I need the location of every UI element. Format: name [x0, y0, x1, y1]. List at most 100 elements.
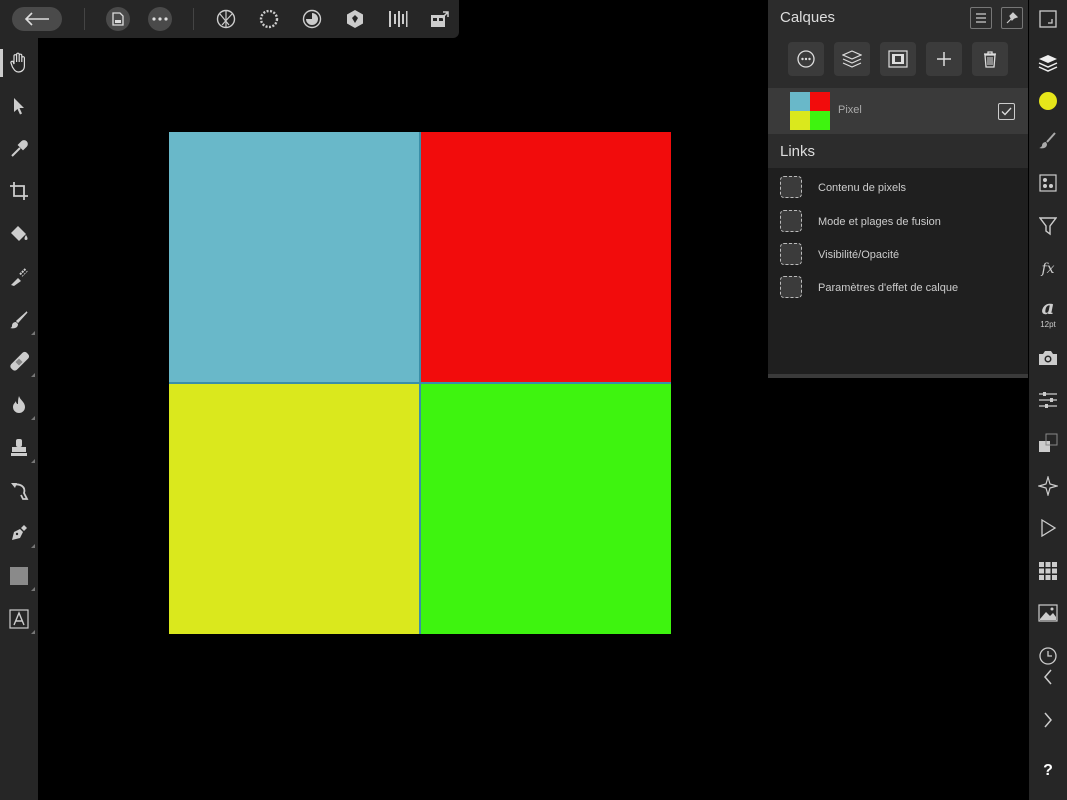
aperture-icon [216, 9, 236, 29]
link-option-layer-effects[interactable]: Paramètres d'effet de calque [780, 276, 1020, 302]
stock-studio-button[interactable] [1029, 594, 1067, 632]
crop-tool[interactable] [0, 173, 38, 209]
hand-icon [10, 52, 25, 73]
thumb-cell [810, 92, 830, 111]
link-toggle[interactable] [780, 243, 802, 265]
rectangle-icon [10, 567, 28, 585]
mask-layer-button[interactable] [880, 42, 916, 76]
color-picker-tool[interactable] [0, 131, 38, 167]
develop-persona-button[interactable] [301, 8, 323, 30]
panel-pin-button[interactable] [1001, 7, 1023, 29]
link-label: Paramètres d'effet de calque [818, 282, 959, 294]
list-icon [976, 13, 986, 23]
rectangle-tool[interactable] [0, 558, 38, 594]
thumb-cell [790, 92, 810, 111]
paint-brush-tool[interactable] [0, 302, 38, 338]
link-option-visibility-opacity[interactable]: Visibilité/Opacité [780, 243, 1020, 269]
document-icon [112, 12, 124, 26]
delete-layer-button[interactable] [972, 42, 1008, 76]
canvas-quadrant-bottom-right [420, 383, 671, 634]
frame-corner-icon [1039, 10, 1057, 28]
link-toggle[interactable] [780, 176, 802, 198]
paintbrush-icon [10, 311, 28, 329]
circle-ellipsis-icon [797, 50, 815, 68]
layers-panel: Calques Pixel Links Contenu de pixels Mo… [768, 0, 1028, 378]
expand-right-button[interactable] [1029, 701, 1067, 739]
effects-studio-button[interactable]: fx [1029, 250, 1067, 288]
plus-icon [937, 52, 951, 66]
studio-toggle-button[interactable] [1029, 0, 1067, 38]
bandage-icon [10, 351, 30, 371]
layer-name: Pixel [838, 104, 862, 116]
channels-studio-button[interactable] [1029, 164, 1067, 202]
color-studio-button[interactable] [1029, 82, 1067, 120]
submenu-indicator [31, 544, 35, 548]
link-toggle[interactable] [780, 276, 802, 298]
canvas-quadrant-top-right [420, 132, 671, 383]
submenu-indicator [31, 373, 35, 377]
transform-icon [1039, 433, 1058, 452]
link-toggle[interactable] [780, 210, 802, 232]
snapshots-studio-button[interactable] [1029, 339, 1067, 377]
develop-icon [302, 9, 322, 29]
undo-brush-tool[interactable] [0, 473, 38, 509]
submenu-indicator [31, 416, 35, 420]
healing-brush-tool[interactable] [0, 344, 38, 380]
link-option-pixel-content[interactable]: Contenu de pixels [780, 176, 1020, 202]
top-toolbar [0, 0, 459, 38]
layer-options-button[interactable] [788, 42, 824, 76]
stamp-icon [11, 439, 27, 456]
sliders-studio-button[interactable] [1029, 381, 1067, 419]
photo-persona-button[interactable] [215, 8, 237, 30]
flood-fill-tool[interactable] [0, 216, 38, 252]
panel-menu-button[interactable] [970, 7, 992, 29]
layer-visibility-checkbox[interactable] [998, 103, 1015, 120]
layer-row-pixel[interactable]: Pixel [768, 88, 1028, 134]
move-tool[interactable] [0, 88, 38, 124]
transform-studio-button[interactable] [1029, 424, 1067, 462]
canvas-quadrant-top-left [169, 132, 420, 383]
submenu-indicator [31, 459, 35, 463]
help-button[interactable]: ? [1029, 752, 1067, 790]
panel-resize-handle[interactable] [768, 374, 1028, 378]
help-icon: ? [1043, 762, 1053, 779]
pointer-arrow-icon [14, 98, 24, 115]
navigator-studio-button[interactable] [1029, 467, 1067, 505]
toolbar-separator [84, 8, 85, 30]
export-persona-button[interactable] [387, 8, 409, 30]
link-label: Mode et plages de fusion [818, 216, 941, 228]
canvas-divider-horizontal [169, 382, 671, 384]
back-button[interactable] [12, 7, 62, 31]
layer-stack-button[interactable] [834, 42, 870, 76]
liquify-persona-button[interactable] [258, 8, 280, 30]
brush-selection-tool[interactable] [0, 259, 38, 295]
canvas-document[interactable] [169, 132, 671, 634]
adjustments-studio-button[interactable] [1029, 207, 1067, 245]
studio-bar: fx a 12pt ? [1029, 0, 1067, 800]
brushes-studio-button[interactable] [1029, 122, 1067, 160]
swatches-studio-button[interactable] [1029, 552, 1067, 590]
bars-icon [389, 11, 408, 27]
macro-studio-button[interactable] [1029, 509, 1067, 547]
add-layer-button[interactable] [926, 42, 962, 76]
color-swatch-icon [1039, 92, 1057, 110]
collapse-left-button[interactable] [1029, 658, 1067, 696]
image-icon [1038, 604, 1058, 622]
view-tool[interactable] [0, 45, 38, 81]
pen-tool[interactable] [0, 515, 38, 551]
burn-brush-tool[interactable] [0, 387, 38, 423]
play-icon [1041, 519, 1057, 537]
tone-mapping-persona-button[interactable] [344, 8, 366, 30]
panel-title: Calques [780, 9, 836, 26]
layers-studio-button[interactable] [1029, 44, 1067, 82]
link-option-blend-mode[interactable]: Mode et plages de fusion [780, 210, 1020, 236]
view-button[interactable] [429, 8, 451, 30]
mask-icon [888, 50, 908, 68]
document-button[interactable] [106, 7, 130, 31]
hexagon-icon [347, 10, 363, 28]
submenu-indicator [31, 630, 35, 634]
more-options-button[interactable] [148, 7, 172, 31]
grid-icon [1039, 562, 1057, 580]
clone-brush-tool[interactable] [0, 430, 38, 466]
text-tool[interactable] [0, 601, 38, 637]
